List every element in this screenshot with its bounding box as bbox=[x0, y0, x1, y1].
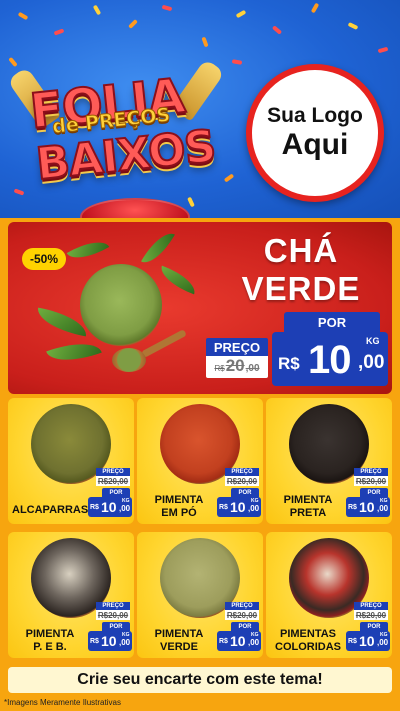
product-card: PIMENTA P. E B. PREÇO R$20,00 POR R$ 10 KG ,00 bbox=[8, 532, 134, 658]
new-price-cents: ,00 bbox=[248, 504, 260, 513]
old-price-label: PREÇO bbox=[354, 468, 388, 476]
new-price-tag: R$ 10 KG ,00 bbox=[88, 631, 132, 651]
drum-icon bbox=[80, 198, 190, 218]
cta-banner[interactable]: Crie seu encarte com este tema! bbox=[8, 667, 392, 693]
old-price-label: PREÇO bbox=[96, 602, 130, 610]
new-price-cents: ,00 bbox=[377, 638, 389, 647]
new-price-currency: R$ bbox=[348, 638, 357, 645]
logo-placeholder-line2: Aqui bbox=[281, 128, 349, 161]
new-price-tag: R$ 10 KG ,00 bbox=[217, 631, 261, 651]
offers-area: -50% CHÁ VERDE PREÇO R$ 20 ,00 POR R$ 10… bbox=[0, 218, 400, 711]
old-price-label: PREÇO bbox=[225, 602, 259, 610]
old-price-label: PREÇO bbox=[354, 602, 388, 610]
featured-title-line2: VERDE bbox=[241, 270, 361, 307]
old-price-value: R$20,00 bbox=[354, 476, 388, 486]
disclaimer-text: *Imagens Meramente Ilustrativas bbox=[4, 698, 121, 707]
old-price-value: R$20,00 bbox=[225, 610, 259, 620]
product-card: PIMENTAS COLORIDAS PREÇO R$20,00 POR R$ 10 KG,… bbox=[266, 532, 392, 658]
leaf-icon bbox=[141, 226, 175, 270]
leaf-icon bbox=[66, 233, 110, 267]
featured-title-line1: CHÁ bbox=[263, 232, 339, 269]
new-price-currency: R$ bbox=[90, 504, 99, 511]
product-name: ALCAPARRAS bbox=[12, 504, 89, 516]
featured-product-title: CHÁ VERDE bbox=[226, 232, 376, 308]
product-card: PIMENTA PRETA PREÇO R$20,00 POR R$ 10 KG ,00 bbox=[266, 398, 392, 524]
leaf-icon bbox=[156, 265, 200, 295]
featured-old-price-tag: PREÇO R$ 20 ,00 bbox=[206, 332, 268, 384]
old-price-cents: ,00 bbox=[245, 363, 260, 374]
product-card: ALCAPARRAS PREÇO R$20,00 POR R$ 10 KG ,00 bbox=[8, 398, 134, 524]
folia-de-precos-baixos-logo: FOLIA BAIXOS de PREÇOS bbox=[6, 58, 226, 218]
new-price-tag: R$ 10 KG ,00 bbox=[346, 631, 390, 651]
logo-placeholder-line1: Sua Logo bbox=[267, 104, 363, 127]
old-price-currency: R$ bbox=[214, 364, 225, 373]
new-price-unit: KG bbox=[366, 336, 380, 346]
old-price-value: R$20,00 bbox=[96, 476, 130, 486]
old-price-value: R$20,00 bbox=[354, 610, 388, 620]
old-price-amount: 20 bbox=[225, 356, 245, 375]
new-price-tag: R$ 10 KG ,00 bbox=[346, 497, 390, 517]
old-price-value: R$20,00 bbox=[225, 476, 259, 486]
product-name: PIMENTA P. E B. bbox=[25, 628, 75, 653]
new-price-amount: 10 bbox=[230, 633, 246, 649]
product-card: PIMENTA VERDE PREÇO R$20,00 POR R$ 10 KG ,00 bbox=[137, 532, 263, 658]
product-card: PIMENTA EM PÓ PREÇO R$20,00 POR R$ 10 KG ,00 bbox=[137, 398, 263, 524]
product-name: PIMENTA PRETA bbox=[283, 494, 333, 519]
store-logo-placeholder: Sua Logo Aqui bbox=[246, 64, 384, 202]
new-price-amount: 10 bbox=[308, 338, 351, 382]
new-price-label: POR bbox=[360, 488, 388, 497]
old-price-label: PREÇO bbox=[96, 468, 130, 476]
featured-new-price-tag: R$ 10 KG ,00 bbox=[272, 332, 388, 386]
new-price-amount: 10 bbox=[101, 499, 117, 515]
old-price-value: R$ 20 ,00 bbox=[206, 356, 268, 378]
leaf-icon bbox=[46, 333, 102, 371]
new-price-currency: R$ bbox=[90, 638, 99, 645]
new-price-tag: R$ 10 KG ,00 bbox=[88, 497, 132, 517]
header-banner: FOLIA BAIXOS de PREÇOS Sua Logo Aqui bbox=[0, 0, 400, 218]
new-price-label: POR bbox=[360, 622, 388, 631]
new-price-amount: 10 bbox=[101, 633, 117, 649]
new-price-cents: ,00 bbox=[377, 504, 389, 513]
new-price-label: POR bbox=[102, 622, 130, 631]
product-name: PIMENTA VERDE bbox=[154, 628, 204, 653]
product-name: PIMENTA EM PÓ bbox=[154, 494, 204, 519]
old-price-label: PREÇO bbox=[206, 338, 268, 356]
new-price-currency: R$ bbox=[278, 354, 300, 373]
new-price-label: POR bbox=[284, 312, 380, 332]
new-price-label: POR bbox=[102, 488, 130, 497]
new-price-label: POR bbox=[231, 488, 259, 497]
new-price-cents: ,00 bbox=[248, 638, 260, 647]
new-price-cents: ,00 bbox=[119, 638, 131, 647]
new-price-currency: R$ bbox=[348, 504, 357, 511]
old-price-value: R$20,00 bbox=[96, 610, 130, 620]
new-price-label: POR bbox=[231, 622, 259, 631]
new-price-amount: 10 bbox=[359, 633, 375, 649]
new-price-tag: R$ 10 KG ,00 bbox=[217, 497, 261, 517]
new-price-cents: ,00 bbox=[358, 352, 385, 373]
old-price-label: PREÇO bbox=[225, 468, 259, 476]
new-price-cents: ,00 bbox=[119, 504, 131, 513]
discount-badge: -50% bbox=[22, 248, 66, 270]
new-price-currency: R$ bbox=[219, 638, 228, 645]
green-tea-spoon-image bbox=[112, 348, 146, 372]
product-name: PIMENTAS COLORIDAS bbox=[275, 628, 341, 653]
new-price-amount: 10 bbox=[230, 499, 246, 515]
new-price-amount: 10 bbox=[359, 499, 375, 515]
new-price-currency: R$ bbox=[219, 504, 228, 511]
green-tea-bowl-image bbox=[80, 264, 162, 346]
featured-product-card: -50% CHÁ VERDE PREÇO R$ 20 ,00 POR R$ 10… bbox=[8, 222, 392, 394]
